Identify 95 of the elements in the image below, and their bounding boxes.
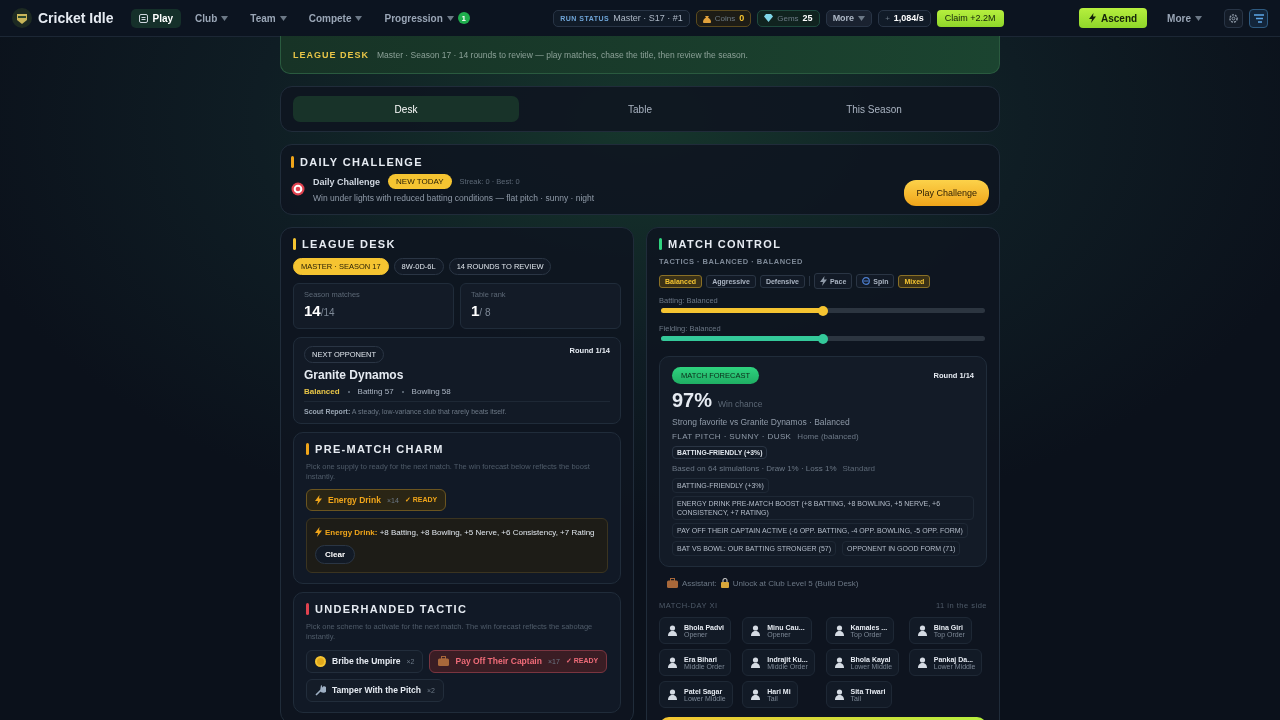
slider-thumb[interactable] [818,333,828,344]
rate-value: 1,084/s [893,13,924,23]
tab[interactable]: This Season [761,96,987,122]
forecast-summary: Strong favorite vs Granite Dynamos · Balanced [672,417,851,427]
filter-icon [1253,13,1264,23]
challenge-description: Win under lights with reduced batting conditions — flat pitch · sunny · night [313,193,596,203]
more-menu[interactable]: More [825,9,873,27]
settings-button[interactable] [1224,8,1243,28]
settings-icon [1228,12,1239,24]
more-button[interactable]: More [1161,11,1208,25]
gem-icon [764,14,774,22]
stat-total: / 8 [479,307,491,318]
win-percentage: 97% [672,389,713,412]
ascend-button[interactable]: Ascend [1078,8,1148,28]
person-icon [751,625,761,637]
nav-tab[interactable]: Club [187,8,237,28]
challenge-title: Daily Challenge [313,176,381,187]
currency-value: 25 [802,13,813,23]
section-title: DAILY CHALLENGE [300,156,423,168]
status-value: Master · S17 · #1 [613,13,683,23]
opponent-name: Granite Dynamos [304,368,405,382]
assistant-label: Assistant: [682,578,717,588]
stat-total: /14 [320,307,335,318]
wrench-icon [315,684,326,696]
nav-tab[interactable]: Team [242,8,295,28]
stat-value: 14 [304,302,321,319]
section-title: LEAGUE DESK [302,238,396,250]
target-icon [291,181,305,196]
item-name: Pay Off Their Captain [455,656,542,666]
clear-button[interactable]: Clear [315,545,355,565]
caret-icon [858,15,866,21]
briefcase-icon [667,578,678,589]
opponent-stat: Batting 57 [357,387,394,396]
nav-tab[interactable]: Progression 1 [376,8,478,28]
lightning-icon [1088,13,1096,23]
play-challenge-button[interactable]: Play Challenge [904,180,989,206]
section-title: MATCH CONTROL [668,238,782,250]
item-name: Energy Drink [328,495,381,506]
tab[interactable]: Desk [293,96,519,122]
boost-text: Energy Drink: +8 Batting, +8 Bowling, +5 Nerve, +6 Consistency, +7 Rating [325,527,595,537]
logo-icon [12,8,32,28]
venue-text: Home (balanced) [797,432,859,441]
accent-bar [659,238,662,250]
person-icon [917,625,927,637]
item-name: Bribe the Umpire [332,656,401,666]
lightning-icon [315,527,322,538]
caret-icon [1195,15,1202,21]
money-bag-icon [702,13,711,23]
person-icon [917,657,927,669]
person-icon [668,657,677,669]
slider-track[interactable] [661,308,985,313]
currency-value: 0 [739,13,745,23]
person-icon [668,625,677,637]
person-icon [668,689,677,701]
claim-button[interactable]: Claim +2.2M [936,9,1004,27]
slider-thumb[interactable] [818,305,828,316]
section-title: PRE-MATCH CHARM [315,443,444,455]
simulation-text: Based on 64 simulations · Draw 1% · Loss 1% [672,464,837,473]
win-caption: Win chance [718,399,763,409]
accent-bar [293,238,296,250]
person-icon [834,625,844,637]
accent-bar [306,443,309,455]
slider-track[interactable] [661,336,985,341]
person-icon [834,689,844,701]
tab[interactable]: Table [527,96,753,122]
person-icon [834,657,844,669]
conditions-text: FLAT PITCH · SUNNY · DUSK [672,432,792,441]
accent-bar [291,156,294,168]
lightning-icon [819,276,827,286]
opponent-stat: Bowling 58 [411,387,451,396]
accent-bar [306,603,309,616]
count-badge: 1 [457,12,470,24]
opponent-style: Balanced [304,387,340,396]
briefcase-icon [438,656,450,666]
assistant-text: Unlock at Club Level 5 (Build Desk) [732,578,859,588]
app-title: Cricket Idle [38,10,114,26]
person-icon [751,657,761,669]
play-icon [139,13,149,23]
lightning-icon [315,495,322,506]
spin-icon [862,277,871,285]
lock-icon [720,578,729,589]
status-badge: NEW TODAY [388,174,452,189]
section-title: UNDERHANDED TACTIC [315,603,468,616]
nav-tab[interactable]: Play [131,8,182,28]
rate-sign: + [885,13,890,23]
item-name: Tamper With the Pitch [332,685,422,695]
currency-label: Coins [714,13,736,23]
banner-text: Master · Season 17 · 14 rounds to review — play matches, chase the title, then review the season. [377,49,748,60]
person-icon [751,689,761,701]
filter-button[interactable] [1249,8,1268,28]
banner-label: LEAGUE DESK [293,49,369,60]
nav-tab[interactable]: Compete [300,8,371,28]
currency-label: Gems [777,13,799,23]
mode-text: Standard [842,464,875,473]
coin-icon [315,655,326,667]
